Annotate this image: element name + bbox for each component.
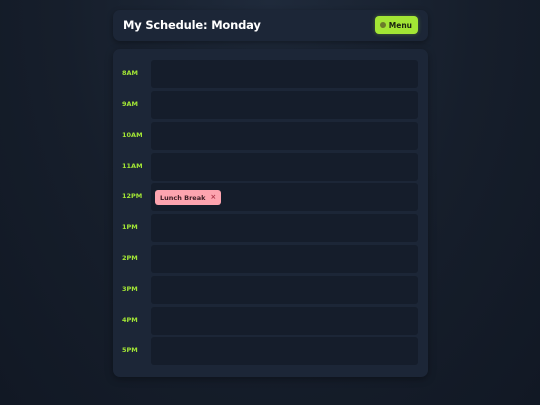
time-label: 2PM xyxy=(122,254,138,262)
schedule-panel: 8AM 9AM 10AM 11AM 12PM Lunch Break × 1PM… xyxy=(113,49,428,377)
time-slot[interactable] xyxy=(151,153,418,181)
time-label: 8AM xyxy=(122,69,139,77)
time-label: 10AM xyxy=(122,131,143,139)
close-icon[interactable]: × xyxy=(210,194,216,201)
time-row: 4PM xyxy=(113,307,428,335)
time-slot[interactable] xyxy=(151,60,418,88)
time-slot[interactable] xyxy=(151,276,418,304)
time-label: 5PM xyxy=(122,346,138,354)
time-row: 5PM xyxy=(113,337,428,365)
menu-button[interactable]: Menu xyxy=(374,16,418,34)
time-row: 2PM xyxy=(113,245,428,273)
time-label: 4PM xyxy=(122,316,138,324)
time-row: 8AM xyxy=(113,60,428,88)
time-label: 3PM xyxy=(122,285,138,293)
time-row: 10AM xyxy=(113,122,428,150)
time-slot[interactable] xyxy=(151,337,418,365)
time-label: 11AM xyxy=(122,162,143,170)
page-title: My Schedule: Monday xyxy=(123,18,261,32)
time-row: 3PM xyxy=(113,276,428,304)
menu-button-label: Menu xyxy=(388,20,412,30)
time-row: 1PM xyxy=(113,214,428,242)
time-slot[interactable] xyxy=(151,245,418,273)
time-row: 11AM xyxy=(113,153,428,181)
time-slot[interactable] xyxy=(151,307,418,335)
event-title: Lunch Break xyxy=(160,193,206,202)
page-header: My Schedule: Monday Menu xyxy=(113,10,428,41)
time-slot[interactable] xyxy=(151,214,418,242)
time-label: 9AM xyxy=(122,100,139,108)
time-row: 12PM Lunch Break × xyxy=(113,183,428,211)
time-slot[interactable]: Lunch Break × xyxy=(151,183,418,211)
time-label: 1PM xyxy=(122,223,138,231)
event-chip-lunch-break[interactable]: Lunch Break × xyxy=(155,190,222,205)
time-row: 9AM xyxy=(113,91,428,119)
time-slot[interactable] xyxy=(151,91,418,119)
time-slot[interactable] xyxy=(151,122,418,150)
dot-icon xyxy=(379,22,386,28)
time-label: 12PM xyxy=(122,192,143,200)
